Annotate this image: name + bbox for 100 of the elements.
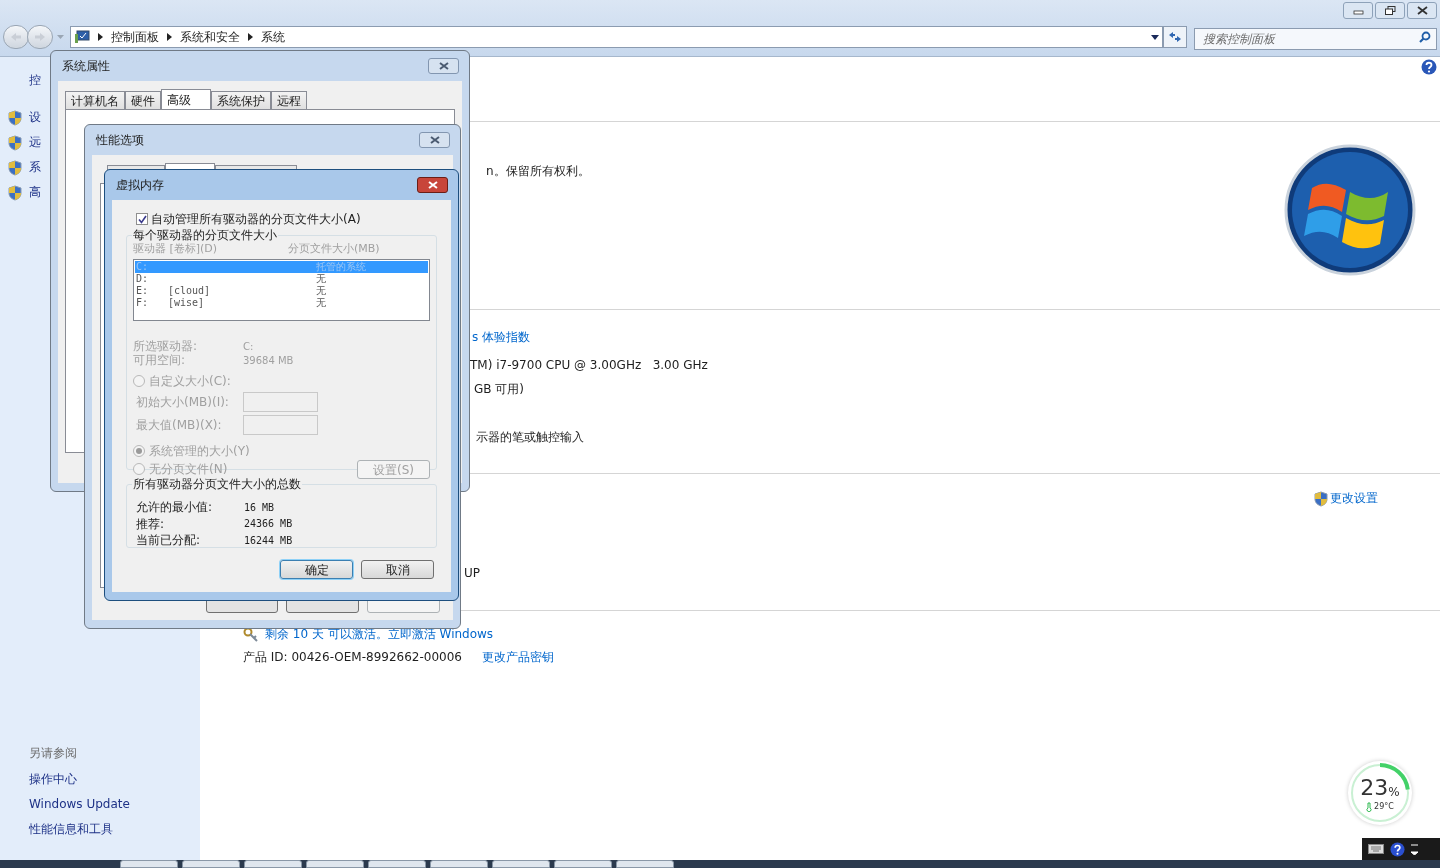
forward-button[interactable] — [27, 25, 53, 49]
temperature: 29°C — [1374, 801, 1394, 813]
memory-value: GB 可用) — [474, 381, 525, 398]
search-field[interactable]: 搜索控制面板 — [1194, 28, 1437, 50]
window-title: 系统属性 — [62, 58, 110, 75]
checkbox-label: 自动管理所有驱动器的分页文件大小(A) — [151, 211, 361, 228]
back-button[interactable] — [3, 25, 29, 49]
taskbar-button[interactable] — [492, 860, 550, 868]
back-arrow-icon — [10, 32, 22, 42]
close-button[interactable] — [1407, 2, 1437, 19]
window-title: 性能选项 — [96, 132, 144, 149]
close-button[interactable] — [417, 177, 448, 193]
product-id: 产品 ID: 00426-OEM-8992662-00006 — [243, 649, 462, 666]
chevron-right-icon — [98, 33, 103, 41]
key-icon — [243, 626, 259, 643]
dropdown-arrow-icon — [57, 34, 64, 40]
close-button[interactable] — [419, 132, 450, 148]
dropdown-arrow-icon — [1151, 34, 1159, 40]
search-icon — [1419, 31, 1431, 43]
close-icon — [429, 136, 440, 144]
restore-button[interactable] — [1375, 2, 1405, 19]
workgroup-value: UP — [464, 565, 481, 582]
sidebar-link[interactable]: 性能信息和工具 — [29, 821, 200, 838]
field-label: 初始大小(MB)(I): — [136, 393, 230, 411]
column-header: 分页文件大小(MB) — [288, 240, 380, 257]
field-label: 可用空间: — [133, 352, 187, 369]
tab[interactable]: 系统保护 — [211, 91, 271, 109]
tab[interactable]: 计算机名 — [65, 91, 125, 109]
dialog-button[interactable]: 取消 — [361, 560, 434, 579]
see-also-heading: 另请参阅 — [29, 745, 78, 762]
tray-arrows-icon[interactable] — [1411, 843, 1418, 855]
volume-label: [cloud] — [168, 285, 211, 296]
sidebar-link[interactable]: 设 — [29, 109, 41, 126]
total-value: 24366 MB — [244, 517, 293, 532]
volume-label: [wise] — [168, 297, 205, 308]
tab[interactable]: 远程 — [271, 91, 307, 109]
close-icon — [427, 181, 438, 189]
shield-icon — [8, 109, 22, 126]
taskbar-button[interactable] — [368, 860, 426, 868]
help-icon[interactable] — [1390, 841, 1405, 857]
taskbar-button[interactable] — [306, 860, 364, 868]
taskbar-button[interactable] — [554, 860, 612, 868]
page-file-size: 无 — [316, 297, 326, 309]
refresh-button[interactable] — [1163, 26, 1187, 48]
chevron-right-icon — [167, 33, 172, 41]
help-icon[interactable] — [1421, 59, 1437, 75]
copyright-text: n。保留所有权利。 — [486, 163, 590, 178]
dialog-button[interactable]: 确定 — [280, 560, 353, 579]
breadcrumb-item[interactable]: 系统 — [261, 28, 285, 46]
rating-link[interactable]: s 体验指数 — [472, 329, 531, 346]
shield-icon — [8, 184, 22, 201]
page-file-size: 无 — [316, 285, 326, 297]
radio-label: 系统管理的大小(Y) — [149, 443, 250, 460]
breadcrumb-item[interactable]: 控制面板 — [111, 28, 159, 46]
tab[interactable]: 硬件 — [125, 91, 161, 109]
change-key-link[interactable]: 更改产品密钥 — [481, 649, 554, 666]
field-label: 最大值(MB)(X): — [136, 416, 223, 434]
percent-sign: % — [1388, 786, 1400, 798]
group-title: 所有驱动器分页文件大小的总数 — [132, 476, 302, 492]
usage-percent: 23 — [1360, 777, 1389, 799]
tab[interactable]: 高级 — [161, 89, 211, 109]
keyboard-icon[interactable] — [1368, 844, 1384, 854]
taskbar-button[interactable] — [120, 860, 178, 868]
column-header: 驱动器 [卷标](D) — [133, 241, 219, 257]
shield-icon — [8, 159, 22, 176]
sidebar-link[interactable]: Windows Update — [29, 796, 200, 813]
breadcrumb-item[interactable]: 系统和安全 — [180, 28, 240, 46]
total-value: 16 MB — [244, 500, 275, 515]
checkbox[interactable] — [136, 213, 148, 225]
sidebar-link[interactable]: 高 — [29, 184, 41, 201]
page-file-size: 托管的系统 — [316, 261, 366, 273]
radio-label: 自定义大小(C): — [149, 373, 231, 390]
field-value: C: — [243, 339, 254, 354]
activation-link[interactable]: 剩余 10 天 可以激活。立即激活 Windows — [265, 626, 494, 643]
close-icon — [1416, 6, 1428, 15]
shield-icon — [1314, 490, 1328, 507]
taskbar-button[interactable] — [182, 860, 240, 868]
radio-label: 无分页文件(N) — [149, 461, 228, 478]
field-value: 39684 MB — [243, 353, 294, 368]
taskbar-button[interactable] — [244, 860, 302, 868]
sidebar-link[interactable]: 操作中心 — [29, 771, 200, 788]
taskbar-button[interactable] — [430, 860, 488, 868]
shield-icon — [8, 134, 22, 151]
close-icon — [438, 62, 449, 70]
sidebar-link[interactable]: 远 — [29, 134, 41, 151]
change-settings-link[interactable]: 更改设置 — [1330, 490, 1378, 507]
address-bar[interactable]: 控制面板 系统和安全 系统 — [70, 26, 1163, 48]
processor-value: TM) i7-9700 CPU @ 3.00GHz 3.00 GHz — [470, 357, 708, 374]
sidebar-link[interactable]: 系 — [29, 159, 41, 176]
group-title: 每个驱动器的分页文件大小 — [132, 227, 278, 243]
drive-letter: E: — [135, 285, 150, 297]
restore-icon — [1384, 6, 1396, 15]
refresh-icon — [1168, 31, 1182, 43]
total-label: 允许的最小值: — [136, 499, 214, 517]
close-button[interactable] — [428, 58, 459, 74]
taskbar-button[interactable] — [616, 860, 674, 868]
chevron-right-icon — [248, 33, 253, 41]
drive-letter: C: — [135, 261, 150, 273]
total-label: 推荐: — [136, 515, 166, 533]
thermometer-icon — [1366, 802, 1373, 812]
